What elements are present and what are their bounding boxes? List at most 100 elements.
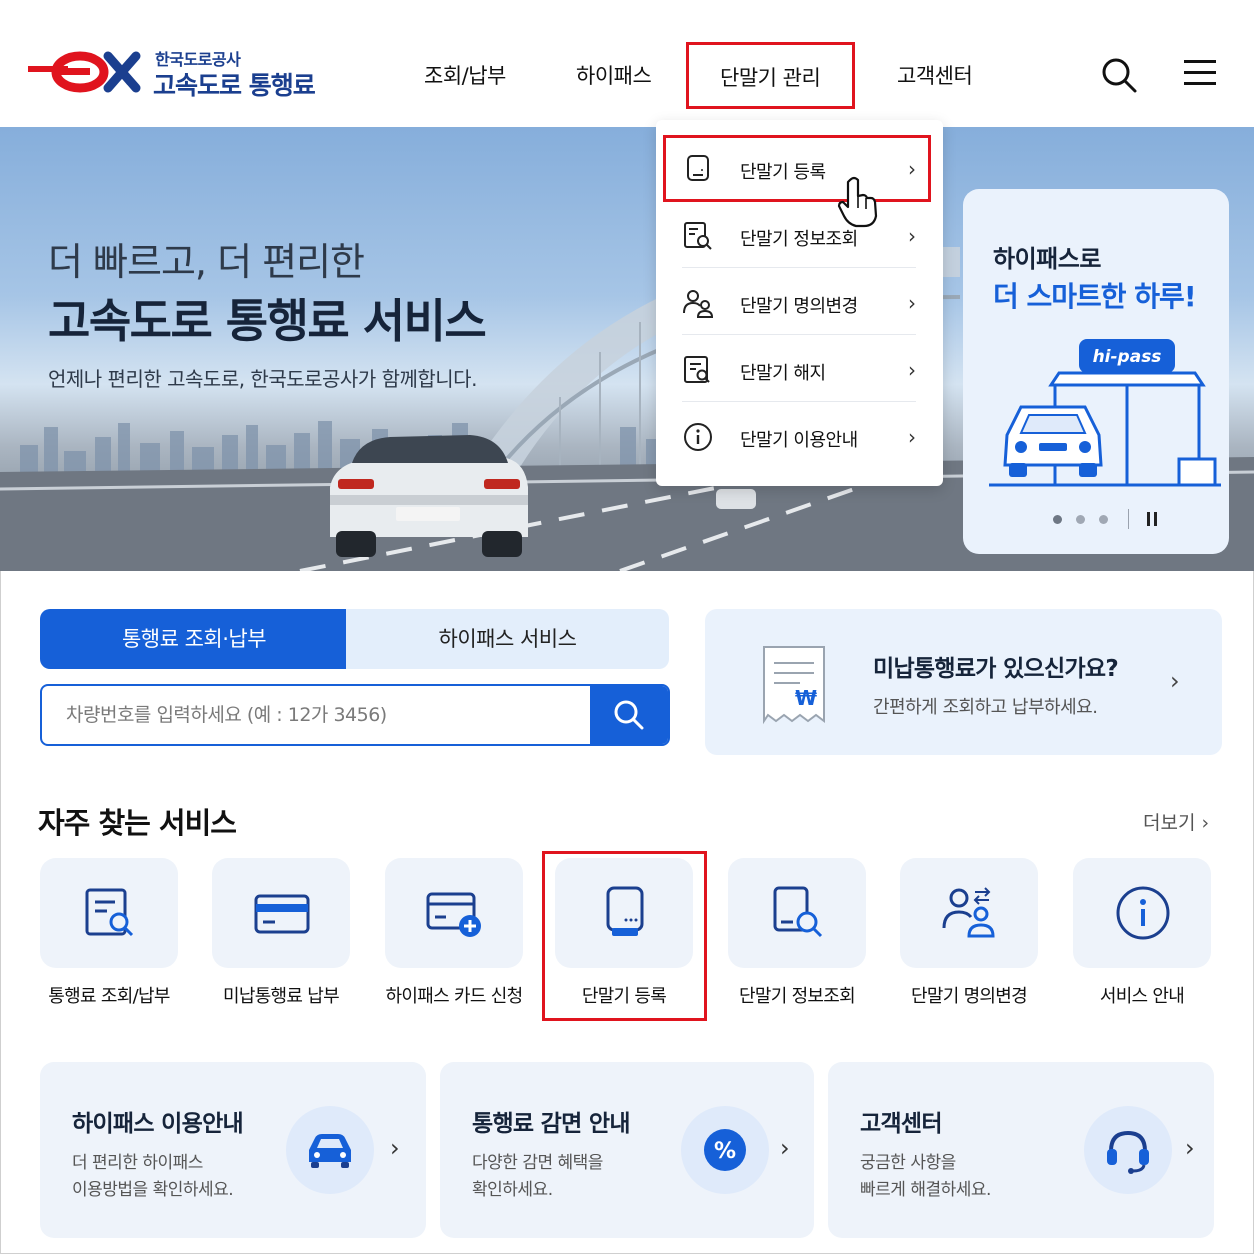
card-icon-circle — [1084, 1106, 1172, 1194]
nav-customer-center[interactable]: 고객센터 — [897, 60, 973, 90]
indicator-divider — [1128, 509, 1129, 529]
chevron-right-icon: › — [1201, 812, 1210, 834]
card-toll-discount[interactable]: 통행료 감면 안내 다양한 감면 혜택을 확인하세요. % › — [440, 1062, 814, 1238]
service-label: 통행료 조회/납부 — [48, 986, 170, 1007]
dropdown-highlight-box — [663, 135, 931, 202]
card-title: 고객센터 — [860, 1111, 943, 1137]
nav-hipass[interactable]: 하이패스 — [576, 60, 652, 90]
tab-hipass-service[interactable]: 하이패스 서비스 — [346, 609, 669, 669]
carousel-dot[interactable] — [1076, 515, 1085, 524]
card-description-line: 더 편리한 하이패스 — [72, 1153, 203, 1173]
service-highlight-box — [542, 851, 707, 1021]
logo-title[interactable]: 고속도로 통행료 — [153, 66, 316, 102]
dropdown-item-device-info[interactable]: 단말기 정보조회 › — [682, 202, 916, 268]
carousel-dot[interactable] — [1099, 515, 1108, 524]
chevron-right-icon: › — [908, 358, 916, 382]
card-description: 궁금한 사항을 빠르게 해결하세요. — [860, 1150, 991, 1204]
card-description-line: 이용방법을 확인하세요. — [72, 1180, 234, 1200]
dropdown-item-label: 단말기 명의변경 — [740, 296, 858, 317]
svg-text:%: % — [714, 1139, 736, 1164]
service-tile — [212, 858, 350, 968]
search-icon[interactable] — [1100, 56, 1138, 94]
card-add-icon — [426, 892, 481, 937]
device-search-icon — [684, 222, 712, 250]
hipass-gate-illustration: hi-pass — [989, 339, 1221, 487]
service-tile — [900, 858, 1038, 968]
card-icon — [254, 894, 310, 934]
promo-card[interactable]: 하이패스로 더 스마트한 하루! hi-pass — [963, 189, 1229, 554]
dropdown-item-device-cancel[interactable]: 단말기 해지 › — [682, 336, 916, 402]
unpaid-subtitle: 간편하게 조회하고 납부하세요. — [873, 697, 1098, 718]
chevron-right-icon: › — [780, 1134, 790, 1162]
chevron-right-icon: › — [908, 291, 916, 315]
device-search-icon — [773, 886, 823, 938]
menu-icon[interactable] — [1184, 58, 1216, 88]
chevron-right-icon: › — [908, 425, 916, 449]
promo-title: 하이패스로 — [993, 245, 1101, 273]
headset-icon — [1107, 1130, 1149, 1174]
info-icon — [684, 423, 712, 451]
card-description-line: 궁금한 사항을 — [860, 1153, 956, 1173]
search-icon — [614, 700, 644, 730]
card-description-line: 빠르게 해결하세요. — [860, 1180, 991, 1200]
hero-description: 언제나 편리한 고속도로, 한국도로공사가 함께합니다. — [48, 367, 477, 391]
service-tile — [1073, 858, 1211, 968]
hand-cursor-icon — [837, 176, 878, 228]
chevron-right-icon: › — [908, 224, 916, 248]
card-description-line: 다양한 감면 혜택을 — [472, 1153, 603, 1173]
document-search-icon — [684, 356, 710, 383]
users-transfer-icon — [942, 887, 995, 938]
dropdown-item-device-guide[interactable]: 단말기 이용안내 › — [682, 403, 916, 469]
dropdown-item-label: 단말기 정보조회 — [740, 229, 858, 250]
hero-banner: 더 빠르고, 더 편리한 고속도로 통행료 서비스 언제나 편리한 고속도로, … — [0, 127, 1254, 571]
service-tile — [385, 858, 523, 968]
service-label: 하이패스 카드 신청 — [385, 986, 524, 1007]
carousel-dot[interactable] — [1053, 515, 1062, 524]
unpaid-title: 미납통행료가 있으신가요? — [873, 656, 1119, 682]
card-description-line: 확인하세요. — [472, 1180, 553, 1200]
dropdown-item-owner-change[interactable]: 단말기 명의변경 › — [682, 269, 916, 335]
document-search-icon — [85, 888, 134, 937]
more-link-label: 더보기 — [1143, 812, 1196, 834]
service-label: 단말기 명의변경 — [910, 986, 1028, 1007]
promo-headline: 더 스마트한 하루! — [993, 280, 1197, 313]
card-title: 통행료 감면 안내 — [472, 1111, 631, 1137]
card-customer-center[interactable]: 고객센터 궁금한 사항을 빠르게 해결하세요. › — [828, 1062, 1214, 1238]
card-title: 하이패스 이용안내 — [72, 1111, 244, 1137]
frequent-services-title: 자주 찾는 서비스 — [38, 806, 237, 840]
dropdown-item-label: 단말기 해지 — [740, 363, 826, 384]
card-hipass-guide[interactable]: 하이패스 이용안내 더 편리한 하이패스 이용방법을 확인하세요. › — [40, 1062, 426, 1238]
nav-highlight-box — [686, 42, 855, 109]
card-description: 더 편리한 하이패스 이용방법을 확인하세요. — [72, 1150, 234, 1204]
plate-search-box — [40, 684, 670, 746]
service-tile — [728, 858, 866, 968]
info-icon — [1116, 886, 1170, 940]
service-label: 미납통행료 납부 — [222, 986, 340, 1007]
dropdown-item-label: 단말기 이용안내 — [740, 430, 858, 451]
chevron-right-icon: › — [1185, 1134, 1195, 1162]
card-icon-circle: % — [681, 1106, 769, 1194]
svg-text:₩: ₩ — [795, 686, 817, 710]
users-icon — [683, 290, 714, 318]
chevron-right-icon: › — [1170, 667, 1180, 695]
chevron-right-icon: › — [390, 1134, 400, 1162]
service-tile — [40, 858, 178, 968]
unpaid-toll-card[interactable]: ₩ 미납통행료가 있으신가요? 간편하게 조회하고 납부하세요. › — [705, 609, 1222, 755]
nav-inquiry-payment[interactable]: 조회/납부 — [424, 60, 506, 90]
service-label: 단말기 정보조회 — [738, 986, 856, 1007]
pause-icon[interactable] — [1143, 509, 1163, 529]
card-icon-circle — [286, 1106, 374, 1194]
hipass-badge: hi-pass — [1093, 347, 1162, 367]
tab-toll-inquiry[interactable]: 통행료 조회·납부 — [40, 609, 348, 669]
percent-icon: % — [704, 1129, 746, 1171]
hero-headline: 고속도로 통행료 서비스 — [48, 294, 487, 348]
site-header: 한국도로공사 고속도로 통행료 조회/납부 하이패스 단말기 관리 고객센터 — [0, 0, 1254, 127]
search-button[interactable] — [590, 686, 668, 744]
plate-number-input[interactable] — [66, 686, 586, 744]
carousel-indicators — [1053, 515, 1108, 524]
card-description: 다양한 감면 혜택을 확인하세요. — [472, 1150, 603, 1204]
car-icon — [309, 1134, 351, 1168]
hero-subheadline: 더 빠르고, 더 편리한 — [48, 240, 365, 284]
more-link[interactable]: 더보기 › — [1143, 808, 1209, 835]
receipt-won-icon: ₩ — [763, 646, 825, 725]
